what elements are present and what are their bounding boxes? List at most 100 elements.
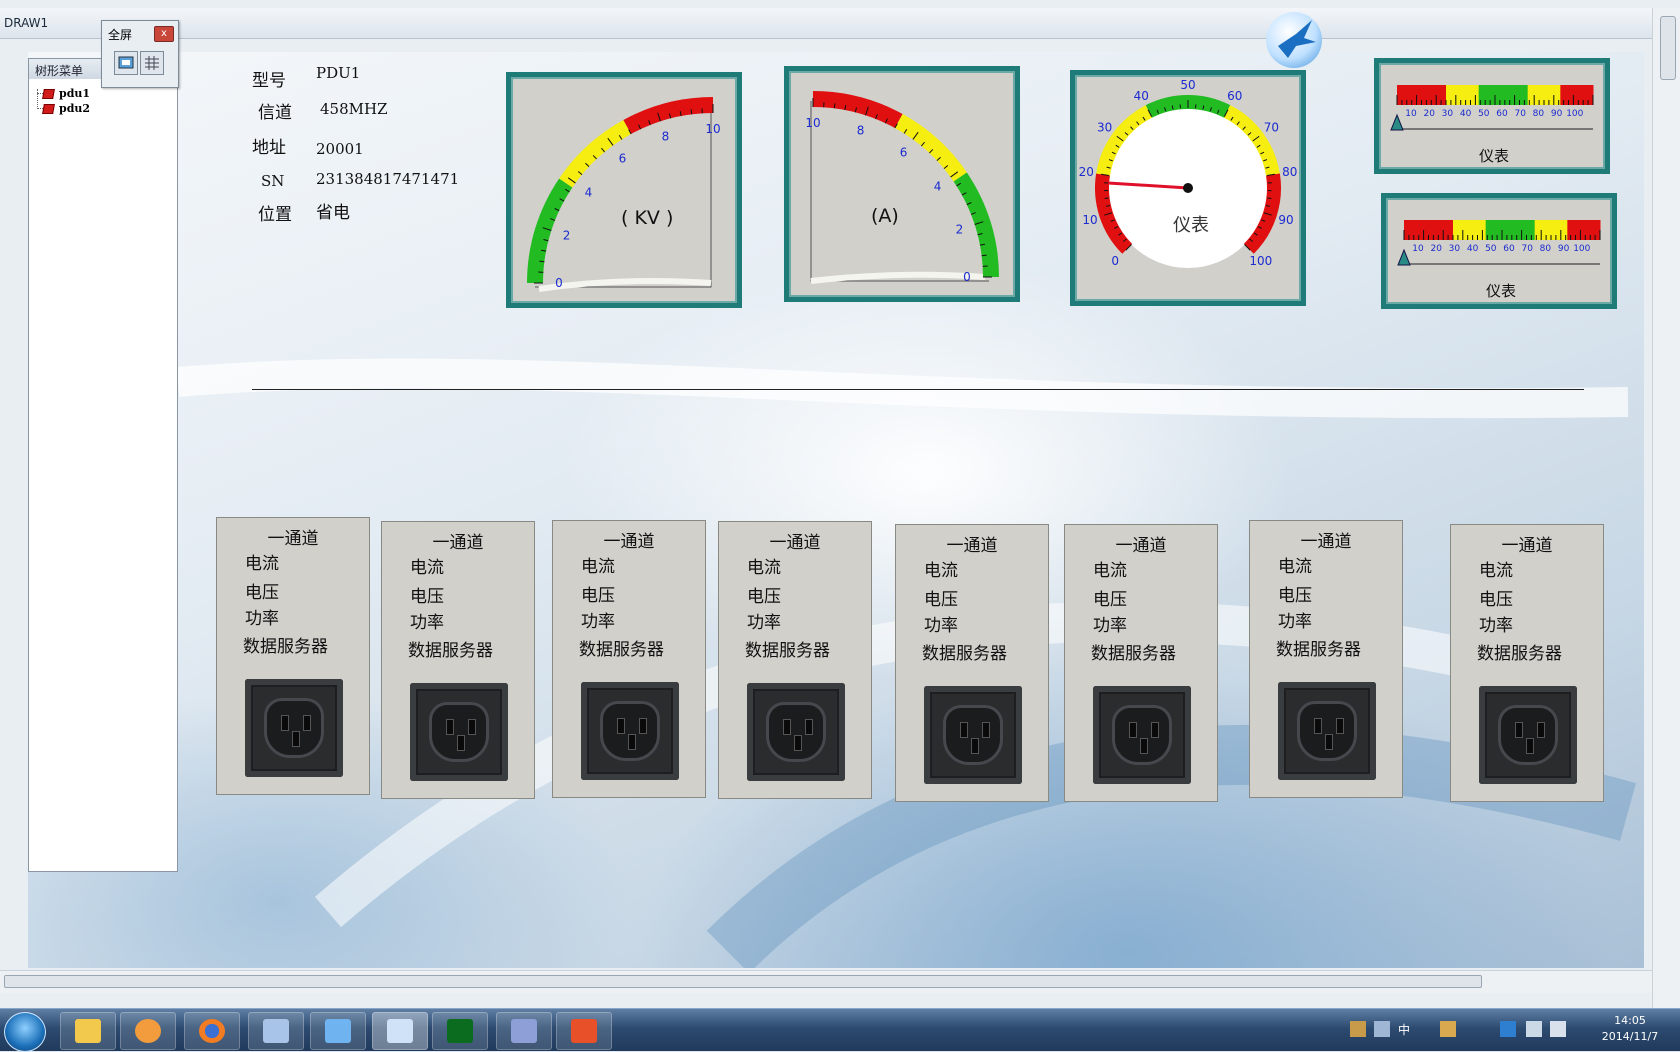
current-label: 电流	[1278, 552, 1312, 577]
pdu-icon	[42, 104, 55, 114]
tray-power-icon[interactable]	[1526, 1021, 1542, 1037]
channel-panel[interactable]: 一通道 电流 电压 功率 数据服务器	[718, 521, 872, 799]
channel-panel[interactable]: 一通道 电流 电压 功率 数据服务器	[895, 524, 1049, 802]
tray-volume-icon[interactable]	[1550, 1021, 1566, 1037]
voltage-label: 电压	[1093, 585, 1127, 610]
power-socket-icon	[410, 683, 508, 781]
firefox-icon[interactable]	[184, 1012, 240, 1050]
current-label: 电流	[245, 549, 279, 574]
power-label: 功率	[1479, 611, 1513, 636]
vertical-scroll-thumb[interactable]	[1660, 16, 1676, 80]
tray-network-icon[interactable]	[1440, 1021, 1456, 1037]
tree-item-pdu1[interactable]: pdu1	[43, 87, 90, 100]
power-socket-icon	[1278, 682, 1376, 780]
tray-keyboard-icon[interactable]	[1374, 1021, 1390, 1037]
bar-segment	[1486, 220, 1503, 240]
clock[interactable]: 14:05 2014/11/7	[1590, 1013, 1670, 1045]
channel-panel[interactable]: 一通道 电流 电压 功率 数据服务器	[381, 521, 535, 799]
current-label: 电流	[747, 553, 781, 578]
channel-panel[interactable]: 一通道 电流 电压 功率 数据服务器	[552, 520, 706, 798]
window-title: DRAW1	[4, 16, 48, 30]
data-server-label: 数据服务器	[1091, 639, 1176, 664]
bar-tick-label: 60	[1496, 109, 1508, 119]
bar-tick-label: 80	[1540, 244, 1552, 254]
dial-tick-label: 20	[1079, 165, 1094, 179]
bird-app-icon[interactable]	[310, 1012, 366, 1050]
voltage-gauge: 0246810 ( KV )	[506, 72, 742, 308]
horizontal-scroll-thumb[interactable]	[4, 975, 1482, 988]
tree-menu-panel: 树形菜单 pdu1 pdu2	[28, 58, 178, 872]
media-player-icon[interactable]	[120, 1012, 176, 1050]
dial-tick-label: 10	[1082, 213, 1097, 227]
power-label: 功率	[410, 608, 444, 633]
location-value: 省电	[316, 198, 350, 223]
socket-pin	[982, 722, 990, 738]
current-gauge: 1086420 (A)	[784, 66, 1020, 302]
network-app-icon[interactable]	[496, 1012, 552, 1050]
grid-button[interactable]	[140, 51, 164, 75]
bar-segment	[1479, 85, 1496, 105]
channel-title: 一通道	[896, 531, 1048, 556]
power-label: 功率	[1093, 611, 1127, 636]
dial-tick-label: 0	[1111, 254, 1119, 268]
bar-tick-label: 30	[1442, 109, 1454, 119]
dial-tick-label: 100	[1249, 254, 1272, 268]
channel-panel[interactable]: 一通道 电流 电压 功率 数据服务器	[1450, 524, 1604, 802]
current-label: 电流	[1479, 556, 1513, 581]
power-socket-icon	[1093, 686, 1191, 784]
gauge-tick	[691, 109, 692, 114]
tree-item-pdu2[interactable]: pdu2	[43, 102, 90, 115]
channel-panel[interactable]: 一通道 电流 电压 功率 数据服务器	[1064, 524, 1218, 802]
display-settings-icon[interactable]	[372, 1012, 428, 1050]
bar-tick-label: 20	[1423, 109, 1435, 119]
channel-title: 一通道	[1451, 531, 1603, 556]
power-socket-icon	[747, 683, 845, 781]
channel-title: 一通道	[553, 527, 705, 552]
app-list-icon[interactable]	[248, 1012, 304, 1050]
voltage-label: 电压	[1479, 585, 1513, 610]
bar-gauge-1-label: 仪表	[1479, 145, 1509, 166]
socket-pin	[1314, 718, 1322, 734]
gauge-band	[899, 121, 960, 177]
bar-tick-label: 10	[1405, 109, 1417, 119]
ime-indicator[interactable]: 中	[1398, 1021, 1410, 1038]
bar-tick-label: 80	[1533, 109, 1545, 119]
gauge-band	[960, 177, 991, 277]
bar-segment	[1577, 85, 1594, 105]
data-server-label: 数据服务器	[579, 635, 664, 660]
socket-pin	[805, 719, 813, 735]
data-server-label: 数据服务器	[1276, 635, 1361, 660]
led-app-icon[interactable]	[432, 1012, 488, 1050]
tray-app-icon[interactable]	[1350, 1021, 1366, 1037]
bar-tick-label: 60	[1503, 244, 1515, 254]
socket-pin	[617, 718, 625, 734]
voltage-unit: ( KV )	[621, 207, 673, 229]
gauge-tick-label: 6	[900, 145, 908, 159]
socket-pin	[468, 719, 476, 735]
location-label: 位置	[258, 200, 292, 225]
vertical-scrollbar[interactable]	[1652, 8, 1680, 1008]
dial-tick-label: 80	[1282, 165, 1297, 179]
file-explorer-icon[interactable]	[60, 1012, 116, 1050]
bar-segment	[1430, 85, 1447, 105]
data-server-label: 数据服务器	[243, 632, 328, 657]
channel-panel[interactable]: 一通道 电流 电压 功率 数据服务器	[1249, 520, 1403, 798]
dial-tick	[1105, 198, 1109, 199]
current-label: 电流	[924, 556, 958, 581]
socket-ground-pin	[1325, 734, 1333, 750]
tray-security-icon[interactable]	[1500, 1021, 1516, 1037]
channel-panel[interactable]: 一通道 电流 电压 功率 数据服务器	[216, 517, 370, 795]
power-label: 功率	[581, 607, 615, 632]
title-bar: DRAW1	[0, 8, 1652, 39]
bar-gauge-1: 102030405060708090100 仪表	[1374, 58, 1610, 174]
close-icon[interactable]: x	[154, 26, 174, 42]
current-label: 电流	[410, 553, 444, 578]
fullscreen-button[interactable]	[114, 51, 138, 75]
main-window: DRAW1 树形菜单 pdu1 pdu2 全屏 x 型号 PDU1 信道 458…	[0, 0, 1680, 1008]
data-server-label: 数据服务器	[922, 639, 1007, 664]
user-avatar-icon[interactable]	[556, 1012, 612, 1050]
dial-tick-label: 30	[1097, 120, 1112, 134]
palette-title: 全屏	[108, 26, 132, 43]
data-server-label: 数据服务器	[745, 636, 830, 661]
start-icon[interactable]	[4, 1012, 46, 1052]
